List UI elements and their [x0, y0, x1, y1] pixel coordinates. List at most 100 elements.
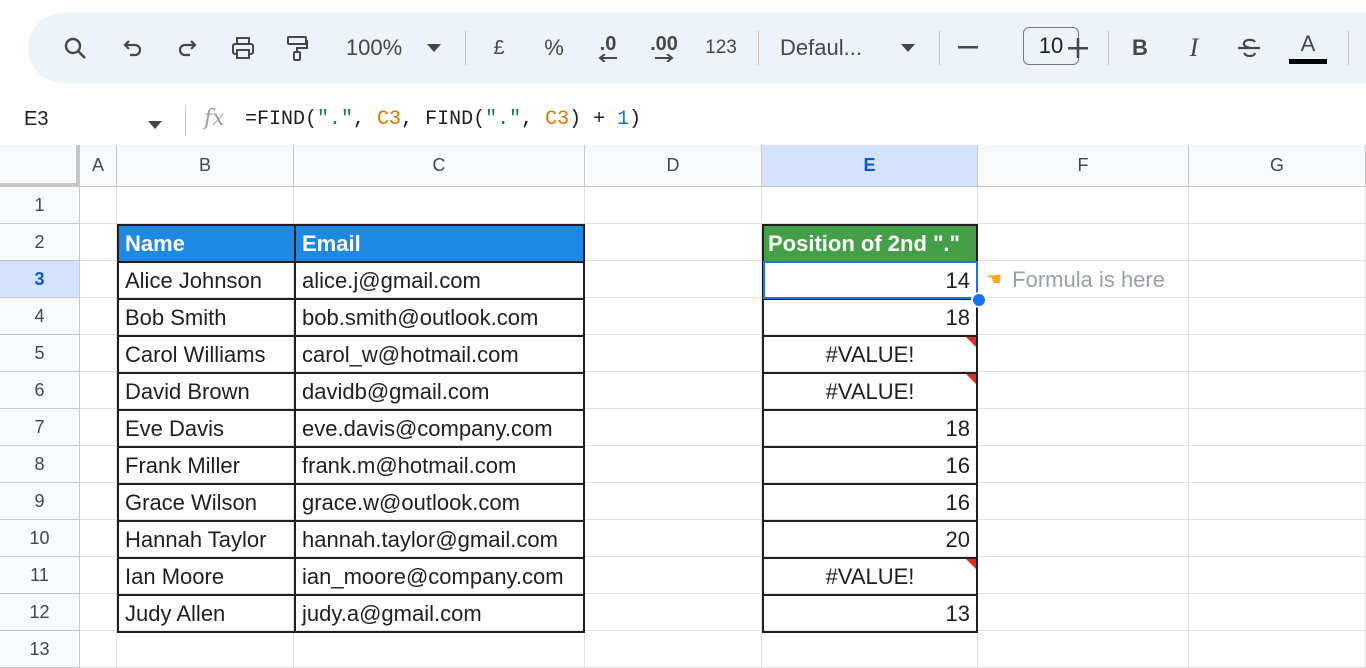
cell[interactable] — [978, 594, 1189, 631]
cell[interactable] — [80, 446, 117, 483]
cell[interactable] — [762, 187, 978, 224]
row-header-10[interactable]: 10 — [0, 520, 80, 557]
cell[interactable] — [117, 631, 294, 668]
cell[interactable] — [1189, 483, 1366, 520]
table-cell-name[interactable]: Ian Moore — [117, 557, 296, 596]
error-cell[interactable]: #VALUE! — [762, 335, 978, 374]
cell[interactable] — [585, 594, 762, 631]
cell[interactable] — [585, 224, 762, 261]
cell[interactable] — [1189, 335, 1366, 372]
cell[interactable] — [80, 224, 117, 261]
row-header-5[interactable]: 5 — [0, 335, 80, 372]
more-formats-button[interactable]: 123 — [698, 26, 744, 70]
table-cell-email[interactable]: alice.j@gmail.com — [294, 261, 585, 300]
cell[interactable] — [1189, 631, 1366, 668]
fill-handle[interactable] — [971, 292, 987, 308]
cell[interactable] — [585, 187, 762, 224]
cell[interactable] — [80, 409, 117, 446]
cell[interactable] — [80, 483, 117, 520]
table-cell-name[interactable]: David Brown — [117, 372, 296, 411]
cell[interactable] — [585, 483, 762, 520]
table-cell-email[interactable]: bob.smith@outlook.com — [294, 298, 585, 337]
cell[interactable] — [1189, 594, 1366, 631]
result-cell[interactable]: 18 — [762, 298, 978, 337]
cell[interactable] — [1189, 261, 1366, 298]
cell[interactable] — [978, 335, 1189, 372]
italic-button[interactable]: I — [1180, 26, 1208, 70]
redo-icon[interactable] — [170, 26, 204, 70]
cell[interactable] — [117, 187, 294, 224]
cell[interactable] — [80, 557, 117, 594]
cell[interactable] — [294, 631, 585, 668]
cell[interactable] — [80, 335, 117, 372]
name-box-dropdown-icon[interactable] — [148, 116, 162, 134]
result-cell[interactable]: 13 — [762, 594, 978, 633]
row-header-9[interactable]: 9 — [0, 483, 80, 520]
cell[interactable] — [585, 372, 762, 409]
error-cell[interactable]: #VALUE! — [762, 372, 978, 411]
cell[interactable] — [1189, 298, 1366, 335]
table-cell-name[interactable]: Alice Johnson — [117, 261, 296, 300]
print-icon[interactable] — [226, 26, 260, 70]
cell[interactable] — [1189, 224, 1366, 261]
row-header-2[interactable]: 2 — [0, 224, 80, 261]
cell[interactable] — [585, 261, 762, 298]
cell[interactable] — [978, 187, 1189, 224]
column-header-g[interactable]: G — [1189, 145, 1366, 187]
cell[interactable] — [1189, 372, 1366, 409]
cell[interactable] — [585, 631, 762, 668]
cell[interactable] — [978, 298, 1189, 335]
cell[interactable] — [1189, 557, 1366, 594]
font-dropdown-icon[interactable] — [898, 26, 918, 70]
table-cell-name[interactable]: Eve Davis — [117, 409, 296, 448]
undo-icon[interactable] — [116, 26, 150, 70]
zoom-select[interactable]: 100% — [336, 26, 412, 70]
result-cell[interactable]: 16 — [762, 483, 978, 522]
result-cell[interactable]: 20 — [762, 520, 978, 559]
paint-format-icon[interactable] — [280, 26, 314, 70]
zoom-dropdown-icon[interactable] — [424, 26, 444, 70]
cell[interactable] — [585, 409, 762, 446]
row-header-1[interactable]: 1 — [0, 187, 80, 224]
table-cell-name[interactable]: Judy Allen — [117, 594, 296, 633]
table-cell-name[interactable]: Hannah Taylor — [117, 520, 296, 559]
row-header-6[interactable]: 6 — [0, 372, 80, 409]
search-icon[interactable] — [58, 26, 92, 70]
cell[interactable] — [978, 224, 1189, 261]
name-box[interactable]: E3 — [24, 108, 48, 131]
cell[interactable] — [80, 594, 117, 631]
table-cell-email[interactable]: carol_w@hotmail.com — [294, 335, 585, 374]
cell[interactable] — [978, 483, 1189, 520]
cell[interactable] — [80, 187, 117, 224]
result-cell[interactable]: 14 — [762, 261, 978, 300]
row-header-8[interactable]: 8 — [0, 446, 80, 483]
row-header-7[interactable]: 7 — [0, 409, 80, 446]
decrease-decimal-button[interactable]: .0 — [588, 26, 628, 70]
column-header-f[interactable]: F — [978, 145, 1189, 187]
table-cell-name[interactable]: Frank Miller — [117, 446, 296, 485]
table-cell-email[interactable]: judy.a@gmail.com — [294, 594, 585, 633]
formula-input[interactable]: =FIND(".", C3, FIND(".", C3) + 1) — [245, 108, 641, 131]
cell[interactable] — [1189, 409, 1366, 446]
row-header-11[interactable]: 11 — [0, 557, 80, 594]
error-cell[interactable]: #VALUE! — [762, 557, 978, 596]
cell[interactable] — [762, 631, 978, 668]
table-cell-email[interactable]: hannah.taylor@gmail.com — [294, 520, 585, 559]
column-header-a[interactable]: A — [80, 145, 117, 187]
cell[interactable] — [585, 520, 762, 557]
row-header-13[interactable]: 13 — [0, 631, 80, 668]
cell[interactable] — [978, 409, 1189, 446]
column-header-e[interactable]: E — [762, 145, 978, 187]
cell[interactable] — [80, 372, 117, 409]
column-header-d[interactable]: D — [585, 145, 762, 187]
cell[interactable] — [585, 446, 762, 483]
row-header-12[interactable]: 12 — [0, 594, 80, 631]
cell[interactable] — [80, 631, 117, 668]
cell[interactable] — [1189, 446, 1366, 483]
currency-format-button[interactable]: £ — [484, 26, 514, 70]
strikethrough-icon[interactable] — [1234, 26, 1264, 70]
cell[interactable] — [978, 372, 1189, 409]
result-cell[interactable]: 18 — [762, 409, 978, 448]
bold-button[interactable]: B — [1126, 26, 1154, 70]
text-color-button[interactable]: A — [1286, 26, 1330, 70]
